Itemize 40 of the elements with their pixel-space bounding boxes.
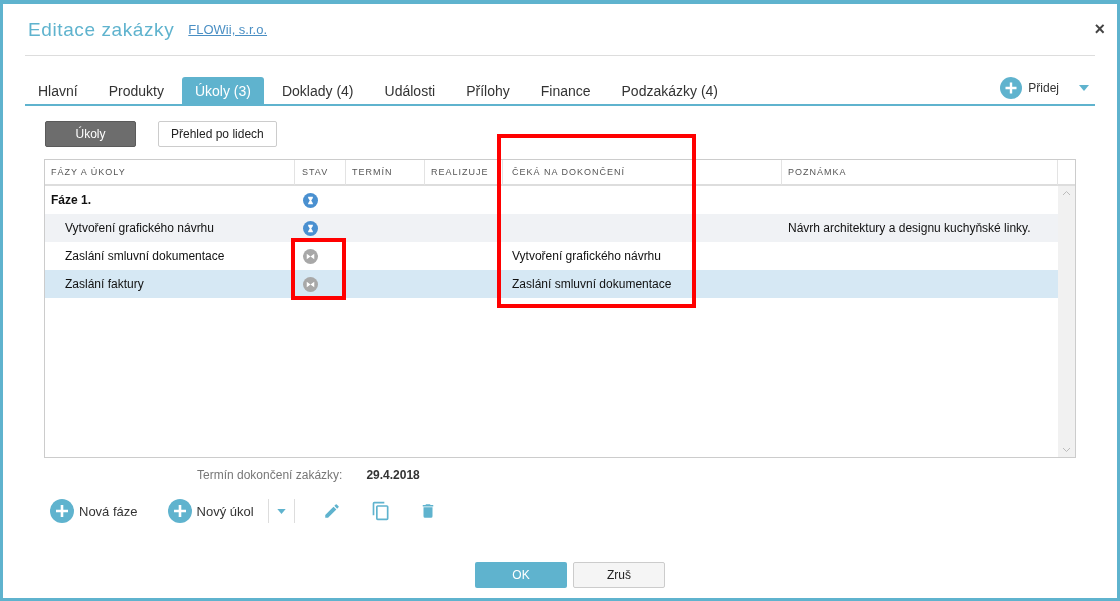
plus-icon — [50, 499, 74, 523]
chevron-up-icon — [1062, 190, 1071, 196]
plus-icon — [167, 499, 192, 523]
deadline-value: 29.4.2018 — [366, 468, 420, 482]
cancel-button[interactable]: Zruš — [573, 562, 665, 588]
plus-icon — [1000, 77, 1023, 99]
chevron-down-icon — [1062, 447, 1071, 453]
view-toggle-button[interactable]: Úkoly — [45, 121, 136, 147]
table-row[interactable]: Zaslání faktury Zaslání smluvní dokumentace — [45, 270, 1058, 298]
tab[interactable]: Události — [371, 77, 449, 104]
table-row[interactable]: Vytvoření grafického návrhu Návrh architektury a designu kuchyňské linky. — [45, 214, 1058, 242]
task-name: Vytvoření grafického návrhu — [65, 221, 214, 235]
scrollbar[interactable] — [1058, 186, 1075, 457]
new-task-button[interactable]: Nový úkol — [167, 499, 254, 523]
task-name: Zaslání smluvní dokumentace — [65, 249, 225, 263]
tab[interactable]: Hlavní — [25, 77, 91, 104]
tab[interactable]: Přílohy — [453, 77, 523, 104]
tab[interactable]: Produkty — [95, 77, 177, 104]
caret-icon — [1079, 85, 1089, 91]
caret-dropdown-button[interactable] — [276, 508, 286, 514]
tab[interactable]: Doklady (4) — [268, 77, 367, 104]
new-phase-button[interactable]: Nová fáze — [50, 499, 138, 523]
copy-icon — [370, 500, 391, 522]
task-name: Fáze 1. — [51, 193, 92, 207]
tab[interactable]: Finance — [527, 77, 604, 104]
pencil-icon — [322, 502, 341, 520]
view-toggle-button[interactable]: Přehled po lidech — [158, 121, 277, 147]
deadline-label: Termín dokončení zakázky: — [197, 468, 343, 482]
company-link[interactable]: FLOWii, s.r.o. — [188, 22, 268, 37]
tab[interactable]: Podzakázky (4) — [608, 77, 731, 104]
task-name: Zaslání faktury — [65, 277, 144, 291]
copy-button[interactable] — [370, 500, 391, 522]
edit-button[interactable] — [322, 502, 341, 520]
add-menu-button[interactable]: Přidej — [994, 74, 1095, 102]
note-text: Návrh architektury a designu kuchyňské linky. — [788, 221, 1031, 235]
caret-icon — [276, 508, 286, 514]
waits-for-task: Vytvoření grafického návrhu — [512, 249, 661, 263]
close-button[interactable]: × — [1090, 19, 1109, 40]
window-title: Editace zakázky — [28, 18, 175, 41]
waits-for-task: Zaslání smluvní dokumentace — [512, 277, 672, 291]
